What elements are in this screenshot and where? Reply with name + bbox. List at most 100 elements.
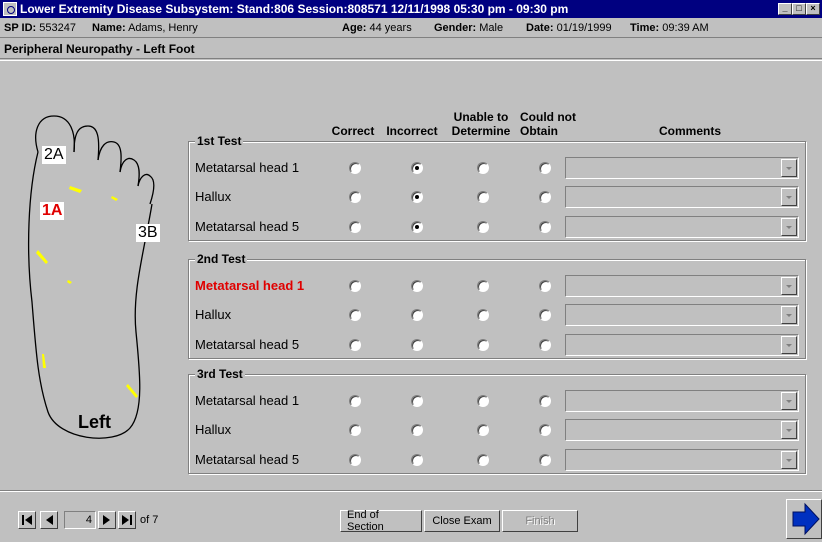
radio-could-not[interactable]: [539, 221, 551, 233]
next-section-button[interactable]: [786, 499, 822, 539]
page-number-field[interactable]: 4: [64, 511, 96, 529]
chevron-down-icon[interactable]: [781, 188, 797, 206]
radio-incorrect[interactable]: [411, 191, 423, 203]
radio-correct[interactable]: [349, 339, 361, 351]
previous-page-button[interactable]: [40, 511, 58, 529]
comments-dropdown[interactable]: [565, 157, 799, 179]
chevron-down-icon[interactable]: [781, 421, 797, 439]
radio-correct[interactable]: [349, 395, 361, 407]
chevron-down-icon[interactable]: [781, 306, 797, 324]
last-page-button[interactable]: [118, 511, 136, 529]
name-value: Adams, Henry: [128, 22, 198, 34]
radio-unable[interactable]: [477, 221, 489, 233]
radio-could-not[interactable]: [539, 191, 551, 203]
window-titlebar: Lower Extremity Disease Subsystem: Stand…: [0, 0, 822, 18]
foot-outline-icon: [27, 115, 155, 439]
gender-field: Gender: Male: [434, 22, 504, 34]
zone-label-1a: 1A: [40, 202, 65, 220]
time-field: Time: 09:39 AM: [630, 22, 709, 34]
next-arrow-icon: [792, 502, 820, 536]
comments-dropdown[interactable]: [565, 449, 799, 471]
col-header-could-not: Could not Obtain: [520, 110, 576, 138]
app-icon[interactable]: [3, 2, 17, 16]
end-of-section-button[interactable]: End of Section: [340, 509, 422, 533]
row-label: Metatarsal head 1: [195, 393, 300, 408]
radio-incorrect[interactable]: [411, 339, 423, 351]
sp-id-field: SP ID: 553247: [4, 22, 76, 34]
zone-label-3b: 3B: [136, 224, 160, 242]
radio-incorrect[interactable]: [411, 424, 423, 436]
radio-unable[interactable]: [477, 339, 489, 351]
test-group-2: 2nd Test Metatarsal head 1 Hallux Metatarsa…: [188, 252, 806, 359]
radio-correct[interactable]: [349, 221, 361, 233]
radio-could-not[interactable]: [539, 309, 551, 321]
test-group-legend: 3rd Test: [195, 367, 245, 381]
zone-label-2a: 2A: [42, 146, 66, 164]
chevron-down-icon[interactable]: [781, 159, 797, 177]
radio-unable[interactable]: [477, 309, 489, 321]
comments-dropdown[interactable]: [565, 334, 799, 356]
col-header-comments: Comments: [658, 124, 721, 138]
radio-could-not[interactable]: [539, 162, 551, 174]
radio-correct[interactable]: [349, 191, 361, 203]
radio-incorrect[interactable]: [411, 395, 423, 407]
col-header-incorrect: Incorrect: [386, 124, 438, 138]
radio-could-not[interactable]: [539, 339, 551, 351]
comments-dropdown[interactable]: [565, 419, 799, 441]
close-button[interactable]: ×: [806, 3, 820, 15]
minimize-button[interactable]: _: [778, 3, 792, 15]
time-value: 09:39 AM: [662, 22, 709, 34]
last-page-icon: [122, 515, 132, 525]
row-label: Hallux: [195, 422, 232, 437]
comments-dropdown[interactable]: [565, 216, 799, 238]
radio-unable[interactable]: [477, 191, 489, 203]
radio-unable[interactable]: [477, 454, 489, 466]
radio-unable[interactable]: [477, 280, 489, 292]
foot-diagram: 2A 1A 3B Left: [18, 112, 168, 452]
radio-incorrect[interactable]: [411, 221, 423, 233]
chevron-down-icon[interactable]: [781, 336, 797, 354]
radio-correct[interactable]: [349, 280, 361, 292]
chevron-down-icon[interactable]: [781, 218, 797, 236]
chevron-down-icon[interactable]: [781, 277, 797, 295]
radio-incorrect[interactable]: [411, 162, 423, 174]
next-page-icon: [103, 515, 110, 525]
radio-unable[interactable]: [477, 395, 489, 407]
patient-info-bar: SP ID: 553247 Name: Adams, Henry Age: 44…: [0, 18, 822, 38]
col-header-correct: Correct: [331, 124, 375, 138]
radio-could-not[interactable]: [539, 454, 551, 466]
radio-unable[interactable]: [477, 162, 489, 174]
next-page-button[interactable]: [98, 511, 116, 529]
radio-could-not[interactable]: [539, 424, 551, 436]
age-field: Age: 44 years: [342, 22, 412, 34]
window-title: Lower Extremity Disease Subsystem: Stand…: [20, 2, 569, 16]
close-exam-button[interactable]: Close Exam: [424, 510, 500, 532]
date-field: Date: 01/19/1999: [526, 22, 612, 34]
comments-dropdown[interactable]: [565, 304, 799, 326]
name-field: Name: Adams, Henry: [92, 22, 198, 34]
first-page-button[interactable]: [18, 511, 36, 529]
radio-could-not[interactable]: [539, 395, 551, 407]
radio-unable[interactable]: [477, 424, 489, 436]
date-value: 01/19/1999: [556, 22, 612, 34]
chevron-down-icon[interactable]: [781, 451, 797, 469]
finish-button[interactable]: Finish: [502, 510, 578, 532]
first-page-icon: [22, 515, 32, 525]
row-label: Metatarsal head 1: [195, 160, 300, 175]
comments-dropdown[interactable]: [565, 390, 799, 412]
radio-correct[interactable]: [349, 454, 361, 466]
maximize-button[interactable]: □: [792, 3, 806, 15]
radio-incorrect[interactable]: [411, 454, 423, 466]
test-group-1: 1st Test Metatarsal head 1 Hallux Metatarsa…: [188, 134, 806, 241]
radio-incorrect[interactable]: [411, 309, 423, 321]
radio-correct[interactable]: [349, 424, 361, 436]
comments-dropdown[interactable]: [565, 275, 799, 297]
radio-correct[interactable]: [349, 309, 361, 321]
row-label: Metatarsal head 5: [195, 219, 300, 234]
comments-dropdown[interactable]: [565, 186, 799, 208]
radio-incorrect[interactable]: [411, 280, 423, 292]
section-title: Peripheral Neuropathy - Left Foot: [0, 39, 822, 61]
radio-correct[interactable]: [349, 162, 361, 174]
chevron-down-icon[interactable]: [781, 392, 797, 410]
radio-could-not[interactable]: [539, 280, 551, 292]
